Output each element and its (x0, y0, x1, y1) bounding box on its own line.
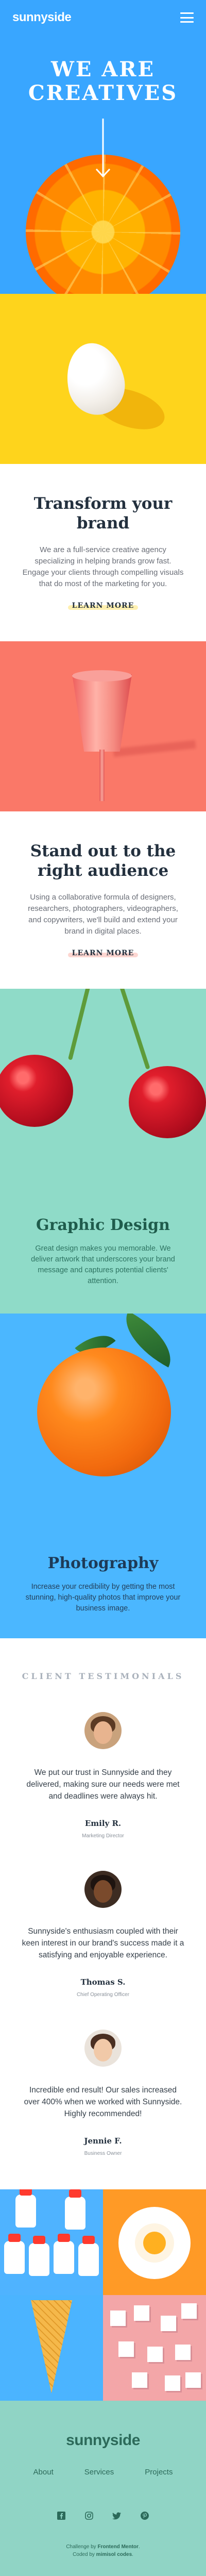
arrow-down-icon (95, 119, 111, 178)
gallery-cone-image (0, 2295, 103, 2401)
testimonial-quote: We put our trust in Sunnyside and they d… (26, 1768, 180, 1801)
testimonial-quote: Incredible end result! Our sales increas… (24, 2086, 182, 2118)
graphic-design-section: Graphic Design Great design makes you me… (0, 989, 206, 1314)
stand-out-section: Stand out to the right audience Using a … (0, 811, 206, 989)
instagram-icon[interactable] (84, 2511, 94, 2520)
feature-title: Photography (47, 1554, 159, 1572)
section-body: Using a collaborative formula of designe… (28, 893, 178, 936)
testimonial-card: Sunnyside's enthusiasm coupled with thei… (21, 1871, 185, 1998)
testimonial-quote: Sunnyside's enthusiasm coupled with thei… (22, 1927, 184, 1959)
gallery-sugar-cubes-image (103, 2295, 206, 2401)
section-title: Transform your brand (33, 494, 173, 533)
attribution-coded-prefix: Coded by (73, 2552, 95, 2557)
feature-body: Increase your credibility by getting the… (25, 1583, 181, 1613)
egg-image (0, 294, 206, 464)
hamburger-icon[interactable] (180, 12, 194, 23)
testimonial-name: Thomas S. (80, 1977, 126, 1987)
attribution-challenge-link[interactable]: Frontend Mentor (97, 2544, 138, 2550)
attribution-author-link[interactable]: mimisol codes (96, 2552, 132, 2557)
testimonials-heading: CLIENT TESTIMONIALS (22, 1671, 184, 1681)
footer: sunnyside About Services Projects Challe… (0, 2401, 206, 2576)
cherry-image (0, 1055, 73, 1127)
footer-nav: About Services Projects (0, 2468, 206, 2477)
photography-section: Photography Increase your credibility by… (0, 1314, 206, 1638)
testimonial-role: Business Owner (84, 2151, 122, 2156)
footer-link-projects[interactable]: Projects (145, 2468, 173, 2477)
testimonial-card: We put our trust in Sunnyside and they d… (21, 1712, 185, 1839)
learn-more-link[interactable]: LEARN MORE (67, 602, 139, 610)
testimonials-section: CLIENT TESTIMONIALS We put our trust in … (0, 1638, 206, 2189)
gallery-orange-plate-image (103, 2189, 206, 2295)
learn-more-link[interactable]: LEARN MORE (67, 949, 139, 957)
attribution-prefix: Challenge by (66, 2544, 96, 2550)
section-body: We are a full-service creative agency sp… (22, 545, 184, 588)
social-links (0, 2511, 206, 2520)
avatar (84, 1712, 122, 1749)
twitter-icon[interactable] (112, 2511, 122, 2520)
orange-image (37, 1348, 171, 1476)
testimonial-name: Emily R. (84, 1819, 122, 1828)
footer-link-about[interactable]: About (33, 2468, 54, 2477)
avatar (84, 1871, 122, 1908)
testimonial-role: Marketing Director (82, 1833, 124, 1839)
footer-link-services[interactable]: Services (84, 2468, 114, 2477)
logo[interactable]: sunnyside (12, 10, 72, 25)
testimonial-name: Jennie F. (84, 2136, 122, 2146)
testimonial-role: Chief Operating Officer (76, 1992, 130, 1998)
gallery-milk-image (0, 2189, 103, 2295)
footer-logo[interactable]: sunnyside (0, 2432, 206, 2449)
hero-title: WE ARE CREATIVES (28, 57, 178, 105)
feature-body: Great design makes you memorable. We del… (31, 1244, 175, 1285)
transform-section: Transform your brand We are a full-servi… (0, 464, 206, 641)
cherry-image (129, 1066, 206, 1138)
testimonial-card: Incredible end result! Our sales increas… (21, 2030, 185, 2156)
cup-image (0, 641, 206, 811)
attribution: Challenge by Frontend Mentor. Coded by m… (66, 2544, 140, 2557)
pinterest-icon[interactable] (140, 2511, 149, 2520)
feature-title: Graphic Design (36, 1216, 170, 1234)
section-title: Stand out to the right audience (30, 842, 176, 880)
hero-section: sunnyside WE ARE CREATIVES (0, 0, 206, 294)
gallery (0, 2189, 206, 2401)
top-nav: sunnyside (0, 0, 206, 35)
facebook-icon[interactable] (57, 2511, 66, 2520)
avatar (84, 2030, 122, 2067)
